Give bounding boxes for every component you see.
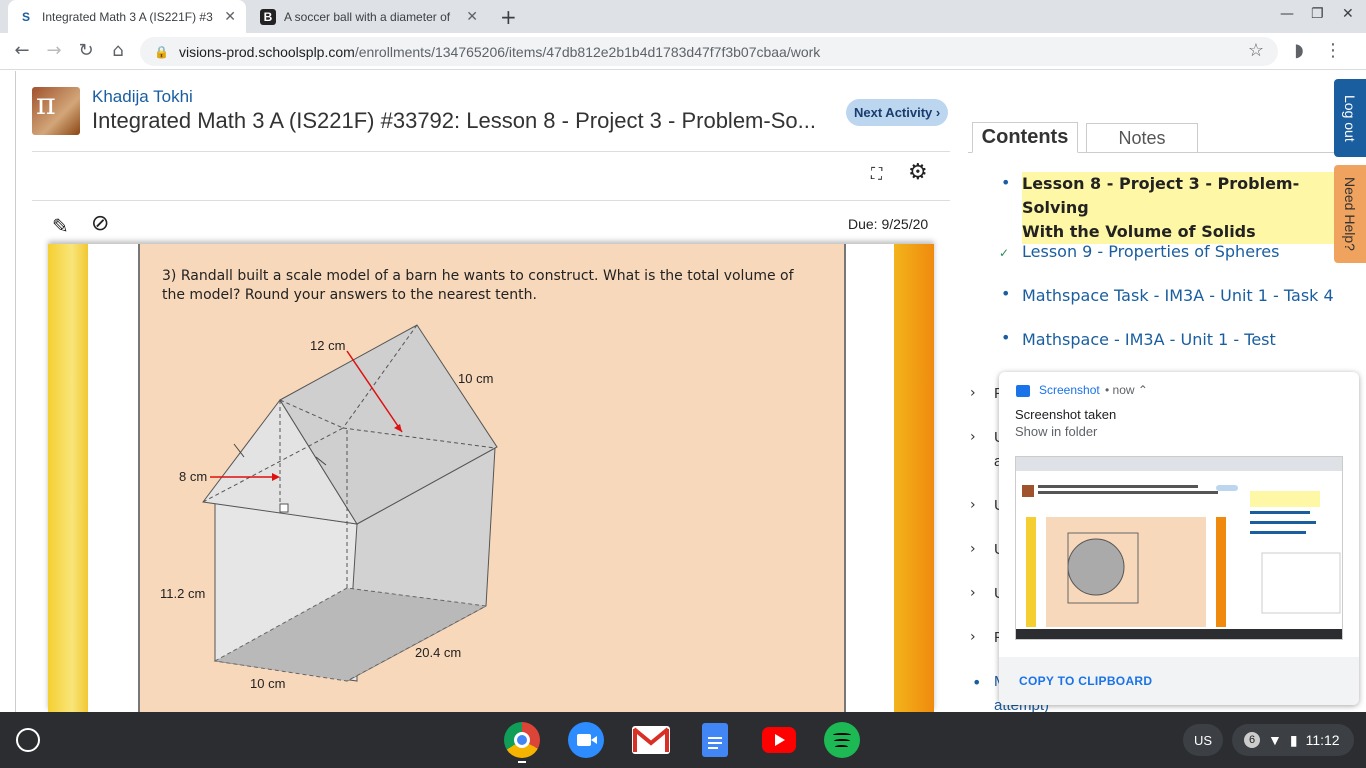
screenshot-notification[interactable]: Screenshot • now ⌃ Screenshot taken Show… [999, 372, 1359, 705]
close-icon[interactable]: ✕ [466, 8, 478, 25]
new-tab-icon[interactable]: + [500, 5, 517, 29]
window-close-icon[interactable]: ✕ [1342, 6, 1354, 22]
bookmark-star-icon[interactable]: ☆ [1248, 40, 1264, 61]
page-title: Integrated Math 3 A (IS221F) #33792: Les… [92, 108, 816, 133]
url-host: visions-prod.schoolsplp.com [178, 43, 355, 60]
chevron-right-icon[interactable]: › [970, 541, 976, 557]
chevron-right-icon[interactable]: › [970, 497, 976, 513]
reload-icon[interactable]: ↻ [75, 40, 97, 61]
notification-title: Screenshot taken [1015, 407, 1117, 422]
status-tray[interactable]: 6 ▼ ▮ 11:12 [1232, 724, 1354, 756]
url-path: /enrollments/134765206/items/47db812e2b1… [354, 43, 821, 60]
decorative-border-right [894, 244, 934, 712]
margin-left [88, 244, 138, 712]
browser-tab-bar: S Integrated Math 3 A (IS221F) #3 ✕ B A … [0, 0, 1366, 33]
notification-app-name: Screenshot [1039, 383, 1100, 397]
divider [32, 151, 950, 152]
show-in-folder-link[interactable]: Show in folder [1015, 424, 1097, 439]
gmail-icon[interactable] [632, 726, 670, 754]
tab-soccer-ball[interactable]: B A soccer ball with a diameter of ✕ [250, 0, 488, 33]
extension-icon[interactable]: ◗ [1288, 40, 1310, 61]
chrome-icon[interactable] [504, 722, 540, 758]
chevron-right-icon[interactable]: › [970, 585, 976, 601]
left-edge [0, 71, 16, 712]
lock-icon: 🔒 [154, 44, 169, 59]
worksheet-card: 3) Randall built a scale model of a barn… [138, 244, 846, 712]
highlighter-pen-icon[interactable]: ✎ [52, 214, 69, 238]
notification-time[interactable]: • now ⌃ [1105, 383, 1148, 397]
tab-title: Integrated Math 3 A (IS221F) #3 [42, 9, 213, 24]
brainly-favicon-icon: B [260, 8, 276, 25]
decorative-border-left [48, 244, 88, 712]
check-icon: ✓ [999, 246, 1010, 260]
need-help-button[interactable]: Need Help? [1334, 165, 1366, 263]
active-app-indicator [518, 761, 526, 763]
battery-icon: ▮ [1289, 731, 1298, 748]
input-method-indicator[interactable]: US [1183, 724, 1223, 756]
notification-count-badge: 6 [1244, 732, 1260, 748]
menu-icon[interactable]: ⋮ [1322, 40, 1344, 61]
home-icon[interactable]: ⌂ [107, 40, 129, 61]
right-angle-mark [279, 503, 289, 513]
forward-icon[interactable]: → [43, 40, 65, 61]
label-12cm: 12 cm [310, 338, 346, 353]
chevron-right-icon[interactable]: › [970, 385, 976, 401]
gear-icon[interactable]: ⚙ [908, 160, 928, 185]
screenshot-thumbnail[interactable] [1015, 456, 1343, 640]
chromeos-shelf: US 6 ▼ ▮ 11:12 [0, 712, 1366, 768]
course-logo: π [32, 87, 80, 135]
clear-annotations-icon[interactable]: ⊘ [91, 211, 109, 236]
sidebar-item-test[interactable]: Mathspace - IM3A - Unit 1 - Test [1022, 328, 1276, 352]
fullscreen-icon[interactable]: ⛶ [871, 164, 882, 184]
worksheet-viewer: 3) Randall built a scale model of a barn… [48, 244, 934, 712]
sidebar-item-lesson-8[interactable]: Lesson 8 - Project 3 - Problem-Solving W… [1022, 172, 1366, 244]
sidebar-item-lesson-9[interactable]: Lesson 9 - Properties of Spheres [1022, 240, 1279, 264]
logout-button[interactable]: Log out [1334, 79, 1366, 157]
copy-to-clipboard-button[interactable]: COPY TO CLIPBOARD [1019, 674, 1152, 688]
close-icon[interactable]: ✕ [224, 8, 236, 25]
label-8cm: 8 cm [179, 469, 208, 484]
wifi-icon: ▼ [1268, 732, 1282, 748]
docs-icon[interactable] [702, 723, 728, 757]
clock-time: 11:12 [1305, 732, 1340, 748]
bullet-icon: • [1001, 173, 1011, 192]
sidebar-item-task-4[interactable]: Mathspace Task - IM3A - Unit 1 - Task 4 [1022, 284, 1334, 308]
next-activity-button[interactable]: Next Activity › [846, 99, 949, 126]
chevron-right-icon[interactable]: › [970, 429, 976, 445]
bullet-icon: • [972, 673, 982, 692]
tab-contents[interactable]: Contents [972, 122, 1078, 153]
maximize-icon[interactable]: ❐ [1311, 6, 1324, 22]
chevron-right-icon[interactable]: › [970, 629, 976, 645]
minimize-icon[interactable]: — [1280, 6, 1294, 22]
barn-diagram [202, 324, 498, 682]
lesson-label-line1: Lesson 8 - Project 3 - Problem-Solving [1022, 174, 1300, 217]
zoom-icon[interactable] [568, 722, 604, 758]
spotify-icon[interactable] [824, 722, 860, 758]
browser-toolbar: ← → ↻ ⌂ 🔒 visions-prod.schoolsplp.com/en… [0, 33, 1366, 70]
schoolsplp-favicon-icon: S [21, 9, 30, 24]
divider [32, 200, 950, 201]
label-11-2cm: 11.2 cm [160, 586, 206, 601]
due-date: Due: 9/25/20 [848, 216, 929, 232]
sidebar-tabs: Contents Notes [968, 122, 1334, 153]
back-icon[interactable]: ← [11, 40, 33, 61]
label-20-4cm: 20.4 cm [415, 645, 462, 660]
bullet-icon: • [1001, 328, 1011, 347]
image-icon [1016, 385, 1030, 397]
thumbnail-preview [1016, 457, 1342, 639]
tab-notes[interactable]: Notes [1086, 123, 1198, 153]
youtube-icon[interactable] [762, 727, 796, 753]
tab-integrated-math[interactable]: S Integrated Math 3 A (IS221F) #3 ✕ [8, 0, 246, 33]
margin-right [846, 244, 894, 712]
launcher-icon[interactable] [16, 728, 40, 752]
bullet-icon: • [1001, 284, 1011, 303]
address-bar[interactable]: 🔒 visions-prod.schoolsplp.com/enrollment… [140, 37, 1278, 66]
label-10cm-width: 10 cm [250, 676, 286, 691]
student-name[interactable]: Khadija Tokhi [92, 87, 193, 107]
tab-title: A soccer ball with a diameter of [284, 9, 451, 24]
label-10cm-slant: 10 cm [458, 371, 494, 386]
